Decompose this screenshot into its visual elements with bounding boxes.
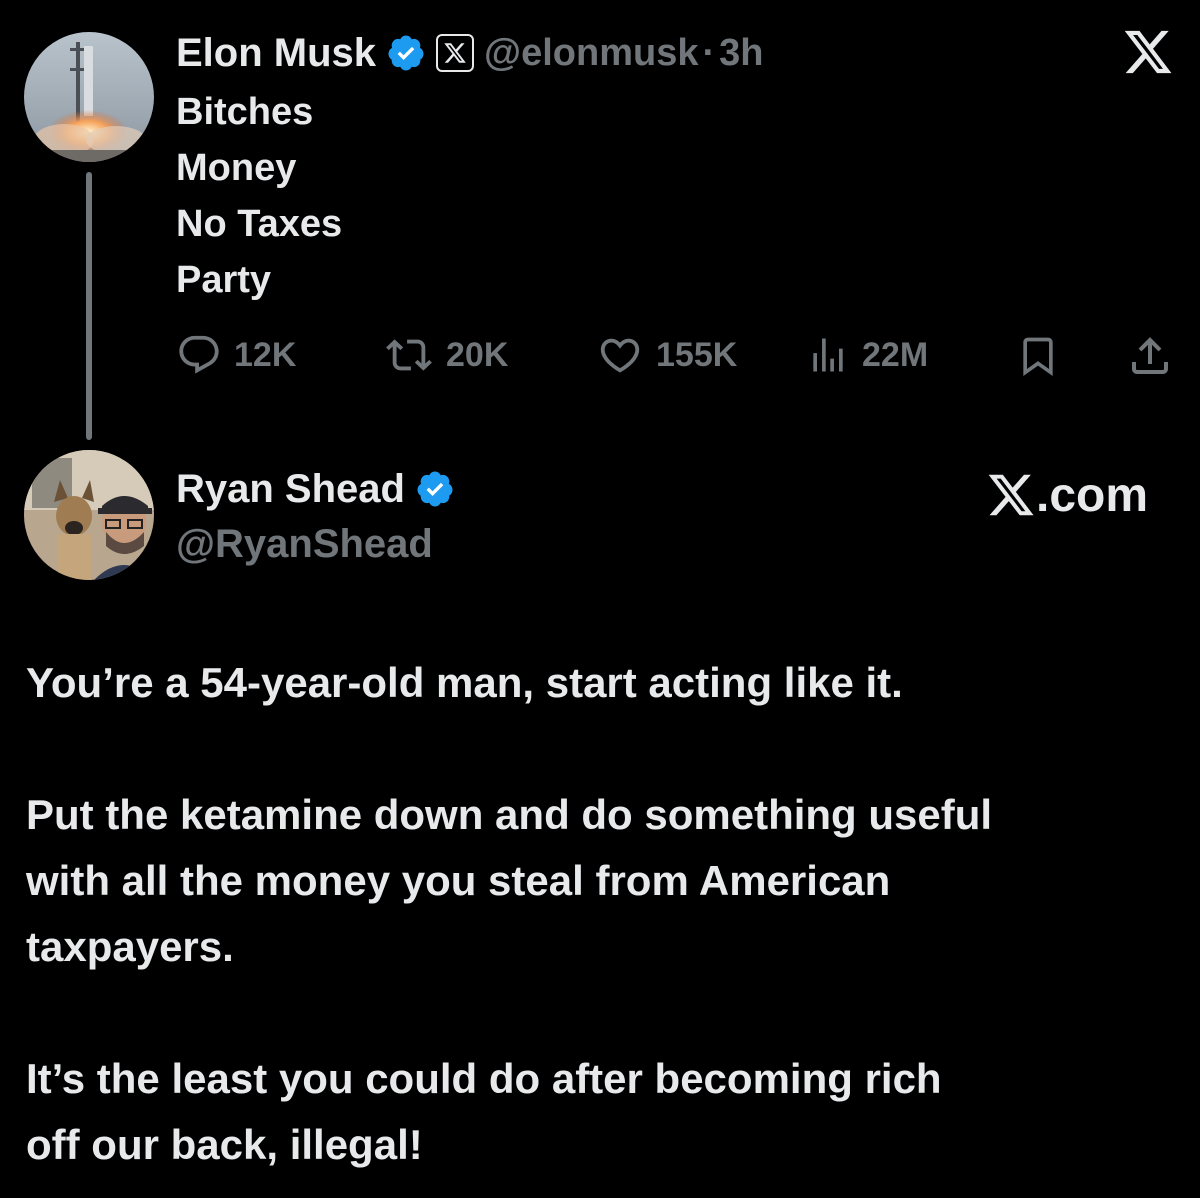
body-line: off our back, illegal!: [26, 1121, 423, 1168]
views-button[interactable]: 22M: [806, 332, 928, 378]
author-handle[interactable]: @elonmusk: [484, 32, 698, 75]
share-icon[interactable]: [1126, 332, 1174, 385]
paragraph: You’re a 54-year-old man, start acting l…: [26, 650, 1186, 716]
x-logo-icon[interactable]: [1122, 28, 1174, 76]
reply-button[interactable]: 12K: [176, 332, 296, 378]
reply-count: 12K: [234, 335, 297, 374]
site-domain: .com: [986, 468, 1148, 523]
site-domain-text: .com: [1036, 468, 1149, 522]
dot-separator: ·: [702, 31, 716, 74]
site-label: .com: [986, 466, 1148, 524]
repost-button[interactable]: 20K: [384, 332, 508, 378]
author-name[interactable]: Elon Musk: [176, 31, 376, 76]
ryan-avatar[interactable]: [24, 450, 154, 580]
tweet-line: Bitches: [176, 91, 314, 133]
body-line: with all the money you steal from Americ…: [26, 857, 891, 904]
elon-header: Elon Musk @elonmusk · 3h: [176, 28, 763, 78]
body-line: Put the ketamine down and do something u…: [26, 791, 993, 838]
like-count: 155K: [656, 335, 738, 374]
tweet-line: Party: [176, 259, 272, 301]
profile-photo-image: [24, 450, 154, 580]
reply-body: You’re a 54-year-old man, start acting l…: [26, 650, 1186, 1178]
bookmark-icon[interactable]: [1016, 334, 1060, 383]
x-affiliate-badge-icon: [436, 34, 475, 72]
body-line: taxpayers.: [26, 923, 234, 970]
elon-avatar[interactable]: [24, 32, 154, 162]
rocket-launch-image: [24, 32, 154, 162]
views-icon: [813, 338, 843, 372]
like-button[interactable]: 155K: [596, 332, 737, 378]
like-icon: [600, 338, 640, 373]
thread-line: [86, 172, 92, 440]
repost-icon: [386, 339, 432, 371]
verified-badge-icon: [415, 469, 455, 509]
author-handle[interactable]: @RyanShead: [176, 518, 433, 570]
paragraph: Put the ketamine down and do something u…: [26, 782, 1186, 980]
tweet-line: Money: [176, 147, 297, 189]
repost-count: 20K: [446, 335, 509, 374]
tweet-line: No Taxes: [176, 203, 343, 245]
author-name[interactable]: Ryan Shead: [176, 467, 405, 512]
views-count: 22M: [862, 335, 929, 374]
paragraph: It’s the least you could do after becomi…: [26, 1046, 1186, 1178]
timestamp[interactable]: 3h: [719, 32, 763, 75]
verified-badge-icon: [386, 33, 426, 73]
reply-icon: [179, 335, 219, 374]
tweet-text: Bitches Money No Taxes Party: [176, 84, 342, 308]
body-line: It’s the least you could do after becomi…: [26, 1055, 942, 1102]
body-line: You’re a 54-year-old man, start acting l…: [26, 659, 903, 706]
reply-header: Ryan Shead: [176, 464, 455, 514]
